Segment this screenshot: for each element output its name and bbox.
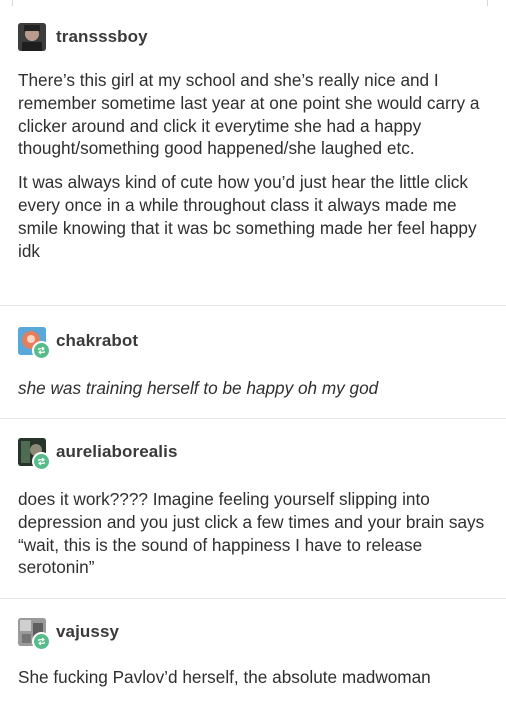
post-header: chakrabot	[18, 326, 138, 360]
avatar[interactable]	[18, 438, 51, 471]
paragraph: does it work???? Imagine feeling yoursel…	[18, 489, 485, 578]
post-body: She fucking Pavlov’d herself, the absolu…	[18, 666, 496, 689]
reblog-icon	[32, 452, 51, 471]
post-header: transssboy	[18, 22, 148, 52]
post-body: There’s this girl at my school and she’s…	[18, 69, 496, 262]
avatar[interactable]	[18, 618, 51, 651]
username[interactable]: transssboy	[56, 27, 148, 47]
username[interactable]: aureliaborealis	[56, 442, 178, 462]
divider	[0, 305, 506, 306]
divider	[0, 418, 506, 419]
avatar[interactable]	[18, 23, 46, 51]
avatar[interactable]	[18, 327, 51, 360]
post-header: aureliaborealis	[18, 437, 178, 471]
post-body: does it work???? Imagine feeling yoursel…	[18, 488, 496, 579]
paragraph: She fucking Pavlov’d herself, the absolu…	[18, 667, 431, 687]
reblog-icon	[32, 632, 51, 651]
paragraph: she was training herself to be happy oh …	[18, 378, 379, 398]
post-body: she was training herself to be happy oh …	[18, 377, 496, 400]
reblog-icon	[32, 341, 51, 360]
avatar-image	[18, 23, 46, 51]
paragraph: There’s this girl at my school and she’s…	[18, 70, 480, 159]
post-header: vajussy	[18, 617, 119, 651]
username[interactable]: vajussy	[56, 622, 119, 642]
paragraph: It was always kind of cute how you’d jus…	[18, 172, 477, 261]
post-transssboy: transssboy There’s this girl at my schoo…	[0, 0, 506, 300]
divider	[0, 598, 506, 599]
username[interactable]: chakrabot	[56, 331, 138, 351]
